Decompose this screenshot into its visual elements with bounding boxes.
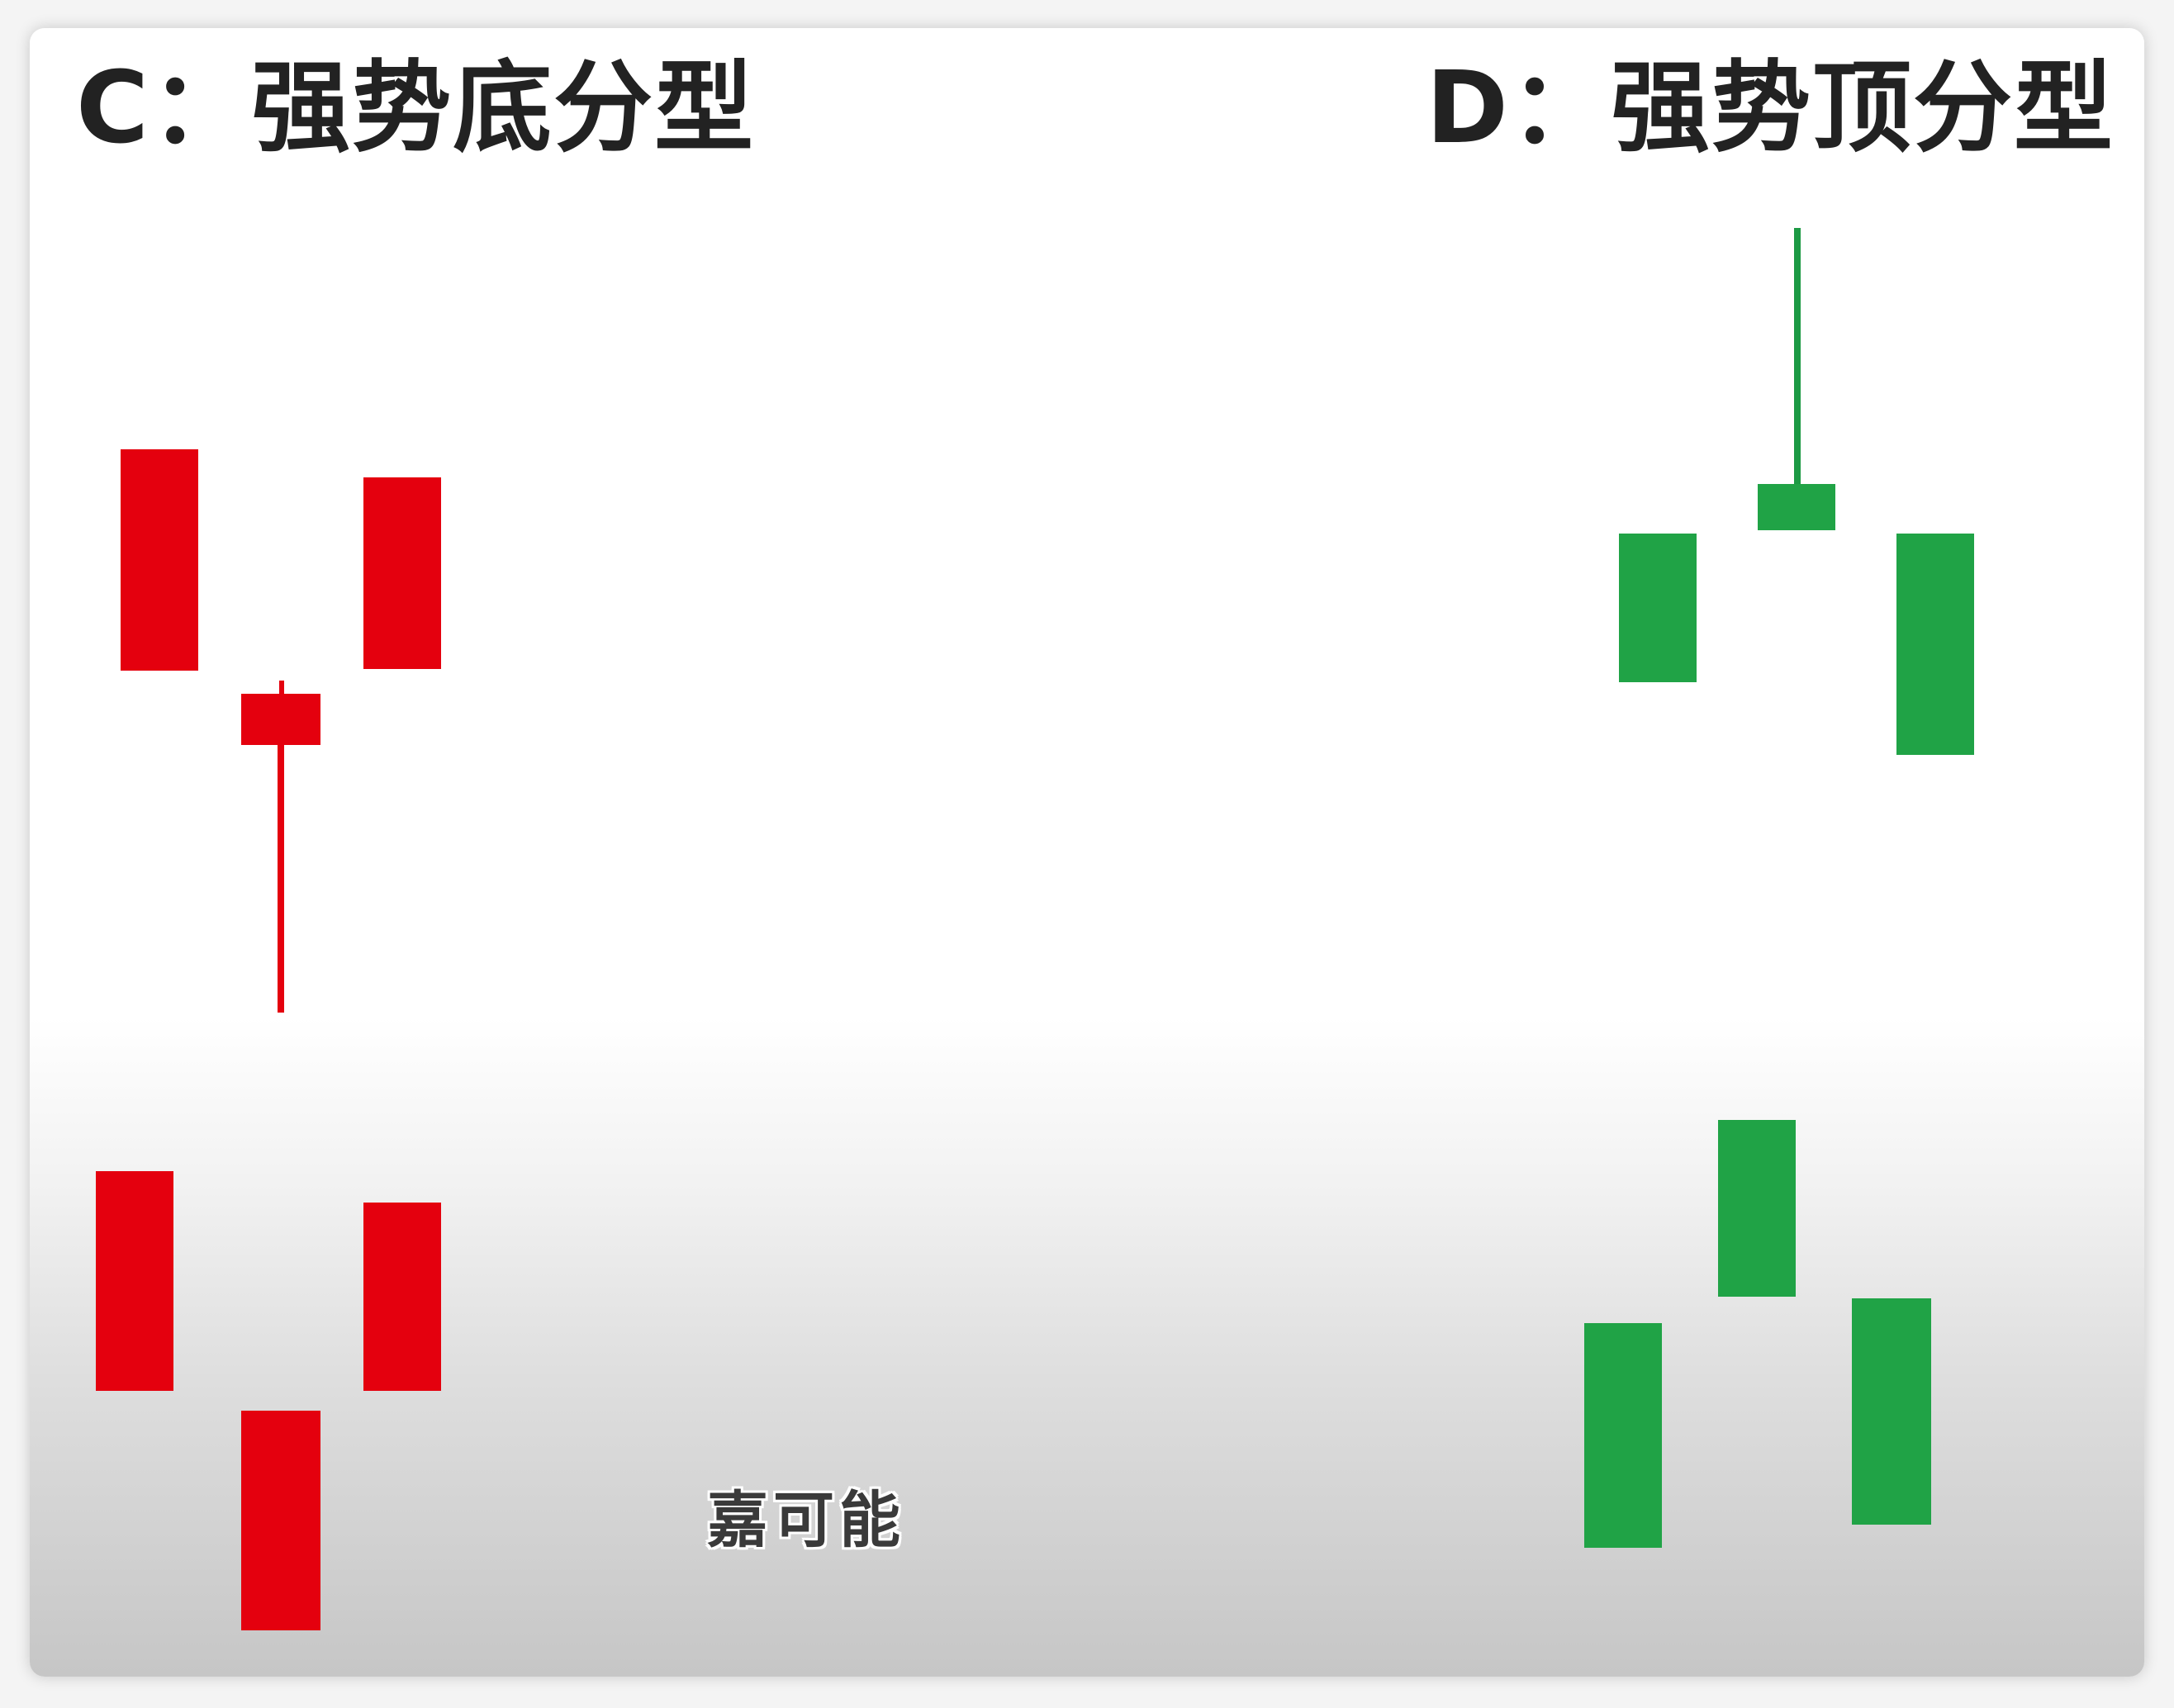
red-candle-1 bbox=[121, 449, 198, 671]
green-candle-5 bbox=[1718, 1120, 1796, 1297]
green-candle-3 bbox=[1896, 534, 1974, 755]
green-candle-1 bbox=[1619, 534, 1697, 682]
green-candle-2-upper-shadow bbox=[1794, 228, 1801, 489]
green-candle-2 bbox=[1758, 484, 1835, 530]
red-candle-2-lower-shadow bbox=[278, 743, 284, 1013]
red-candle-6 bbox=[363, 1203, 441, 1391]
green-candle-4 bbox=[1584, 1323, 1662, 1548]
red-candle-3 bbox=[363, 477, 441, 669]
strong-top-fractal-heading: D：强势顶分型 bbox=[1426, 51, 2115, 166]
green-candle-6 bbox=[1852, 1298, 1931, 1525]
strong-bottom-fractal-heading: C：强势底分型 bbox=[76, 51, 756, 166]
figure-frame: C：强势底分型 D：强势顶分型 嘉可能 bbox=[30, 28, 2144, 1677]
video-subtitle: 嘉可能 bbox=[707, 1485, 905, 1556]
red-candle-5 bbox=[241, 1411, 320, 1630]
red-candle-2 bbox=[241, 694, 320, 745]
red-candle-4 bbox=[96, 1171, 173, 1391]
